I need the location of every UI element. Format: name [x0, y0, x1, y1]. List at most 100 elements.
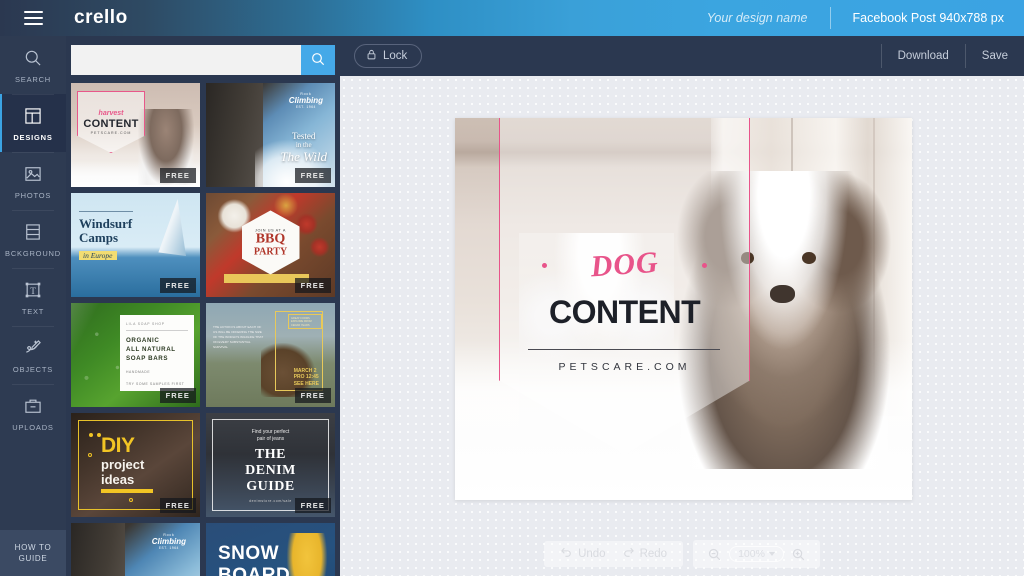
text-line2: DENIM — [245, 463, 296, 478]
text-line3: ideas — [101, 472, 135, 487]
design-url-text[interactable]: PETSCARE.COM — [499, 361, 750, 373]
text-line2: Camps — [79, 230, 119, 245]
sidebar-item-background[interactable]: BCKGROUND — [0, 210, 66, 268]
lock-icon — [366, 48, 377, 64]
how-to-guide-line1: HOW TO — [14, 543, 52, 552]
template-card-dog-content[interactable]: harvest CONTENT PETSCARE.COM FREE — [71, 83, 200, 187]
free-badge: FREE — [294, 168, 331, 183]
save-button[interactable]: Save — [966, 36, 1024, 76]
sidebar-item-label: UPLOADS — [12, 423, 54, 432]
search-input[interactable] — [71, 45, 301, 75]
sidebar-item-designs[interactable]: DESIGNS — [0, 94, 66, 152]
windsurf-sail-shape — [158, 199, 186, 257]
design-canvas[interactable]: DOG CONTENT PETSCARE.COM — [455, 118, 912, 500]
text-line3: GUIDE — [246, 479, 295, 494]
text-line1: DIY — [101, 434, 135, 457]
download-button[interactable]: Download — [882, 36, 965, 76]
canvas-size-label[interactable]: Facebook Post 940x788 px — [831, 11, 1024, 25]
zoom-level-label: 100% — [738, 548, 765, 560]
zoom-in-icon[interactable] — [788, 543, 810, 565]
text-line4: TRY SOME SAMPLES FIRST — [126, 382, 185, 386]
rock-shape — [71, 523, 126, 576]
decor-circle — [129, 498, 133, 502]
brand-logo[interactable]: crello — [74, 7, 128, 29]
text-line2: ALL NATURAL SOAP BARS — [126, 346, 176, 362]
design-name-input[interactable]: Your design name — [685, 11, 830, 25]
text-line1: ORGANIC — [126, 337, 160, 344]
label-line2: PRO 12:45 — [293, 374, 319, 380]
undo-icon — [560, 546, 573, 562]
brand-label: LILA SOAP SHOP — [126, 322, 165, 326]
template-card-deer-wildlife[interactable]: THE ACTION IS ABOUT EACH OF US WILL BE O… — [206, 303, 335, 407]
snowboarder-shape — [283, 533, 331, 576]
decor-dot — [89, 433, 93, 437]
free-badge: FREE — [294, 278, 331, 293]
lock-label: Lock — [383, 50, 408, 62]
lock-button[interactable]: Lock — [354, 44, 423, 68]
free-badge: FREE — [159, 388, 196, 403]
white-card: LILA SOAP SHOP ORGANIC ALL NATURAL SOAP … — [120, 315, 194, 391]
editor-toolbar: Lock Download Save — [340, 36, 1024, 76]
template-card-denim-guide[interactable]: Find your perfect pair of jeans THE DENI… — [206, 413, 335, 517]
text-line3: HANDMADE — [126, 370, 151, 374]
divider-rule — [126, 330, 188, 331]
search-submit-button[interactable] — [301, 45, 335, 75]
tagline: Find your perfect pair of jeans — [206, 429, 335, 443]
body-text: THE ACTION IS ABOUT EACH OF US WILL BE O… — [213, 325, 264, 349]
sidebar-item-objects[interactable]: OBJECTS — [0, 326, 66, 384]
design-main-text[interactable]: CONTENT — [499, 294, 750, 331]
zoom-level-dropdown[interactable]: 100% — [729, 546, 784, 562]
title-block: THE DENIM GUIDE — [206, 447, 335, 495]
caption-line3: The Wild — [280, 149, 327, 164]
text-line1: Windsurf — [79, 216, 133, 231]
template-card-rock-climbing-2[interactable]: Rock Climbing EST. 1964 — [71, 523, 200, 576]
template-text-block: Windsurf Camps in Europe — [79, 217, 132, 263]
free-badge: FREE — [294, 498, 331, 513]
sidebar-rail: SEARCH DESIGNS PHOTOS BCKGROUND T TEXT O… — [0, 36, 66, 576]
history-controls: Undo Redo — [544, 541, 684, 567]
zoom-controls: 100% — [693, 540, 820, 568]
sidebar-item-uploads[interactable]: UPLOADS — [0, 384, 66, 442]
free-badge: FREE — [159, 278, 196, 293]
template-card-diy-project-ideas[interactable]: DIY project ideas FREE — [71, 413, 200, 517]
templates-panel: harvest CONTENT PETSCARE.COM FREE Rock C… — [66, 36, 340, 576]
header-right-group: Your design name Facebook Post 940x788 p… — [685, 0, 1024, 36]
sidebar-item-label: SEARCH — [14, 75, 52, 84]
template-card-windsurf-camps[interactable]: Windsurf Camps in Europe FREE — [71, 193, 200, 297]
tagline-line2: pair of jeans — [256, 436, 285, 442]
template-logo: Rock Climbing EST. 1964 — [289, 92, 323, 109]
crello-editor-app: crello Your design name Facebook Post 94… — [0, 0, 1024, 576]
underline-bar — [101, 489, 153, 493]
zoom-out-icon[interactable] — [703, 543, 725, 565]
sidebar-item-photos[interactable]: PHOTOS — [0, 152, 66, 210]
layout-icon — [21, 104, 45, 128]
template-thumbnail: SNOW BOARD — [206, 523, 335, 576]
template-card-bbq-party[interactable]: JOIN US AT A BBQ PARTY FREE — [206, 193, 335, 297]
hamburger-icon[interactable] — [0, 0, 66, 36]
upload-icon — [21, 394, 45, 418]
template-thumbnail: Rock Climbing EST. 1964 — [71, 523, 200, 576]
template-card-snow-board[interactable]: SNOW BOARD — [206, 523, 335, 576]
text-icon: T — [21, 278, 45, 302]
template-card-organic-soap[interactable]: LILA SOAP SHOP ORGANIC ALL NATURAL SOAP … — [71, 303, 200, 407]
canvas-workspace[interactable]: DOG CONTENT PETSCARE.COM — [340, 76, 1024, 576]
caption-line2: in the — [295, 141, 312, 149]
how-to-guide-button[interactable]: HOW TO GUIDE — [0, 530, 66, 576]
text-line3: PARTY — [253, 245, 288, 257]
logo-sub: EST. 1964 — [295, 105, 316, 109]
objects-icon — [21, 336, 45, 360]
how-to-guide-line2: GUIDE — [18, 554, 48, 563]
toolbar-right-group: Download Save — [880, 36, 1024, 76]
redo-button[interactable]: Redo — [616, 544, 674, 564]
template-card-rock-climbing-wild[interactable]: Rock Climbing EST. 1964 Tested in the Th… — [206, 83, 335, 187]
sidebar-item-label: DESIGNS — [13, 133, 53, 142]
text-line2: BBQ — [255, 230, 286, 246]
redo-label: Redo — [639, 548, 668, 560]
sidebar-item-text[interactable]: T TEXT — [0, 268, 66, 326]
design-divider-rule — [528, 349, 721, 351]
template-grid: harvest CONTENT PETSCARE.COM FREE Rock C… — [71, 83, 335, 576]
svg-text:T: T — [30, 286, 36, 296]
undo-button[interactable]: Undo — [554, 544, 612, 564]
chip-text: GREAT FORMS EXPLORE FROM CEDAR YEARS — [288, 314, 322, 329]
sidebar-item-search[interactable]: SEARCH — [0, 36, 66, 94]
